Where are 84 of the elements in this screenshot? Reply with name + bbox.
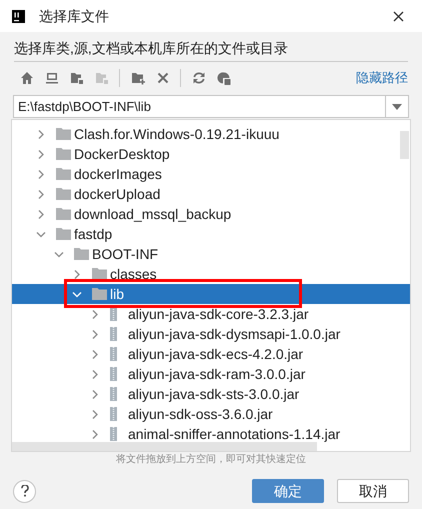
tree-item-label: aliyun-java-sdk-core-3.2.3.jar <box>128 304 309 324</box>
folder-icon <box>56 208 71 220</box>
chevron-right-icon[interactable] <box>36 210 46 218</box>
tree-row[interactable]: dockerUpload <box>12 184 410 204</box>
tree-item-label: lib <box>110 284 124 304</box>
new-folder-icon[interactable] <box>130 71 144 85</box>
tree-item-label: aliyun-java-sdk-ecs-4.2.0.jar <box>128 344 304 364</box>
tree-row[interactable]: aliyun-java-sdk-ram-3.0.0.jar <box>12 364 410 384</box>
chevron-right-icon[interactable] <box>72 270 82 278</box>
chevron-right-icon[interactable] <box>36 190 46 198</box>
tree-item-label: aliyun-java-sdk-dysmsapi-1.0.0.jar <box>128 324 340 344</box>
chevron-down-icon[interactable] <box>72 290 82 298</box>
horizontal-scrollbar-thumb[interactable] <box>12 442 317 451</box>
archive-icon <box>110 327 117 341</box>
chevron-down-icon[interactable] <box>54 250 64 258</box>
tree-item-label: aliyun-sdk-oss-3.6.0.jar <box>128 404 273 424</box>
tree-item-label: dockerImages <box>74 164 162 184</box>
folder-icon <box>56 128 71 140</box>
chevron-right-icon[interactable] <box>90 430 100 438</box>
chevron-right-icon[interactable] <box>36 150 46 158</box>
chevron-right-icon[interactable] <box>90 410 100 418</box>
archive-icon <box>110 307 117 321</box>
path-field[interactable]: E:\fastdp\BOOT-INF\lib <box>13 95 385 118</box>
tree-row[interactable]: aliyun-java-sdk-ecs-4.2.0.jar <box>12 344 410 364</box>
tree-item-label: download_mssql_backup <box>74 204 232 224</box>
folder-icon <box>92 268 107 280</box>
folder-icon <box>56 228 71 240</box>
tree-item-label: fastdp <box>74 224 112 244</box>
tree-row[interactable]: DockerDesktop <box>12 144 410 164</box>
question-mark-icon <box>20 485 28 497</box>
tree-row[interactable]: BOOT-INF <box>12 244 410 264</box>
tree-row[interactable]: aliyun-java-sdk-core-3.2.3.jar <box>12 304 410 324</box>
chevron-down-icon[interactable] <box>36 230 46 238</box>
tree-row[interactable]: classes <box>12 264 410 284</box>
chevron-right-icon[interactable] <box>90 310 100 318</box>
tree-item-label: aliyun-java-sdk-sts-3.0.0.jar <box>128 384 300 404</box>
chevron-right-icon[interactable] <box>36 170 46 178</box>
hide-path-link[interactable]: 隐藏路径 <box>356 68 408 88</box>
folder-icon <box>56 168 71 180</box>
tree-row[interactable]: aliyun-java-sdk-dysmsapi-1.0.0.jar <box>12 324 410 344</box>
app-logo-icon <box>12 10 25 22</box>
archive-icon <box>110 387 117 401</box>
dropdown-button[interactable] <box>385 95 409 118</box>
drop-hint: 将文件拖放到上方空间，即可对其快速定位 <box>115 453 307 467</box>
confirm-button[interactable]: 确定 <box>252 479 324 503</box>
folder-icon <box>56 148 71 160</box>
chevron-right-icon[interactable] <box>36 130 46 138</box>
close-icon[interactable] <box>393 10 404 22</box>
tree-row[interactable]: animal-sniffer-annotations-1.14.jar <box>12 424 410 444</box>
tree-item-label: aliyun-java-sdk-ram-3.0.0.jar <box>128 364 306 384</box>
dropdown-caret-icon <box>392 104 402 110</box>
tree-item-label: dockerUpload <box>74 184 160 204</box>
chevron-right-icon[interactable] <box>90 330 100 338</box>
tree-row[interactable]: dockerImages <box>12 164 410 184</box>
home-icon[interactable] <box>20 71 34 85</box>
dialog-description: 选择库类,源,文档或本机库所在的文件或目录 <box>14 32 408 62</box>
tree-row[interactable]: fastdp <box>12 224 410 244</box>
vertical-scrollbar-thumb[interactable] <box>400 131 409 159</box>
archive-icon <box>110 427 117 441</box>
help-button[interactable] <box>13 480 36 502</box>
refresh-icon[interactable] <box>192 71 206 85</box>
archive-icon <box>110 367 117 381</box>
archive-icon <box>110 347 117 361</box>
folder-icon[interactable] <box>70 71 84 85</box>
window-title: 选择库文件 <box>39 6 109 26</box>
folder-icon <box>56 188 71 200</box>
tree-row[interactable]: Clash.for.Windows-0.19.21-ikuuu <box>12 124 410 144</box>
tree-row[interactable]: download_mssql_backup <box>12 204 410 224</box>
folder-icon <box>92 288 107 300</box>
cancel-button[interactable]: 取消 <box>337 479 409 503</box>
tree-item-label: BOOT-INF <box>92 244 158 264</box>
chevron-right-icon[interactable] <box>90 350 100 358</box>
tree-item-label: classes <box>110 264 157 284</box>
tree-row[interactable]: aliyun-java-sdk-sts-3.0.0.jar <box>12 384 410 404</box>
chevron-right-icon[interactable] <box>90 370 100 378</box>
tree-item-label: Clash.for.Windows-0.19.21-ikuuu <box>74 124 280 144</box>
tree-row[interactable]: aliyun-sdk-oss-3.6.0.jar <box>12 404 410 424</box>
archive-icon <box>110 407 117 421</box>
tree-item-label: DockerDesktop <box>74 144 170 164</box>
folder-icon <box>74 248 89 260</box>
tree-item-label: animal-sniffer-annotations-1.14.jar <box>128 424 340 444</box>
monitor-icon[interactable] <box>44 71 58 85</box>
chevron-right-icon[interactable] <box>90 390 100 398</box>
tree-row[interactable]: lib <box>12 284 410 304</box>
